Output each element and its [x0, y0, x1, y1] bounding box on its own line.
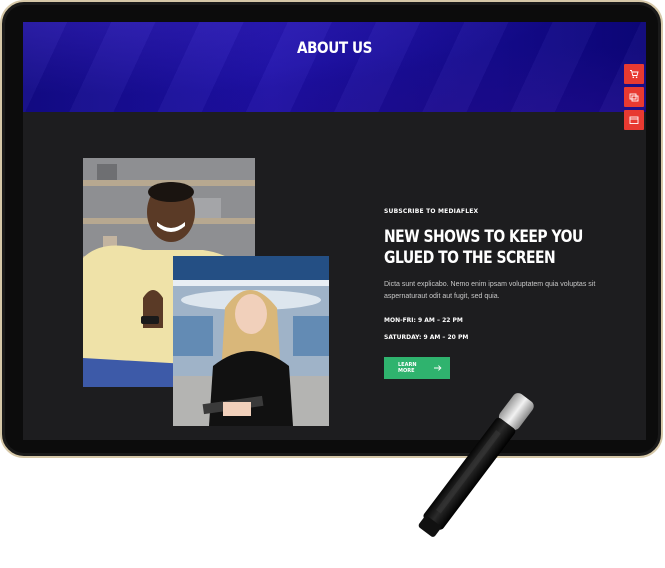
page-hero-banner: ABOUT US	[23, 22, 646, 112]
window-icon	[629, 116, 639, 124]
headline-line-1: NEW SHOWS TO KEEP YOU	[384, 227, 583, 247]
stylus-pen	[418, 393, 534, 537]
layers-icon	[629, 93, 639, 102]
photo-woman-in-studio	[173, 256, 329, 426]
subscribe-eyebrow: SUBSCRIBE TO MEDIAFLEX	[384, 208, 479, 215]
floating-side-toolbar	[624, 64, 644, 133]
side-button-window[interactable]	[624, 110, 644, 130]
headline: NEW SHOWS TO KEEP YOU GLUED TO THE SCREE…	[384, 227, 614, 269]
about-content: SUBSCRIBE TO MEDIAFLEX NEW SHOWS TO KEEP…	[384, 208, 624, 379]
side-button-cart[interactable]	[624, 64, 644, 84]
hours-weekday: MON-FRI: 9 AM – 22 PM	[384, 317, 463, 324]
page-title: ABOUT US	[297, 38, 372, 57]
about-description: Dicta sunt explicabo. Nemo enim ipsam vo…	[384, 281, 596, 300]
side-button-layers[interactable]	[624, 87, 644, 107]
headline-line-2: GLUED TO THE SCREEN	[384, 248, 556, 268]
hours-saturday: SATURDAY: 9 AM – 20 PM	[384, 334, 469, 341]
cart-icon	[630, 70, 639, 79]
tablet-device: ABOUT US SUBSCRIBE TO MEDIAFLEX NEW SHOW…	[0, 0, 663, 458]
